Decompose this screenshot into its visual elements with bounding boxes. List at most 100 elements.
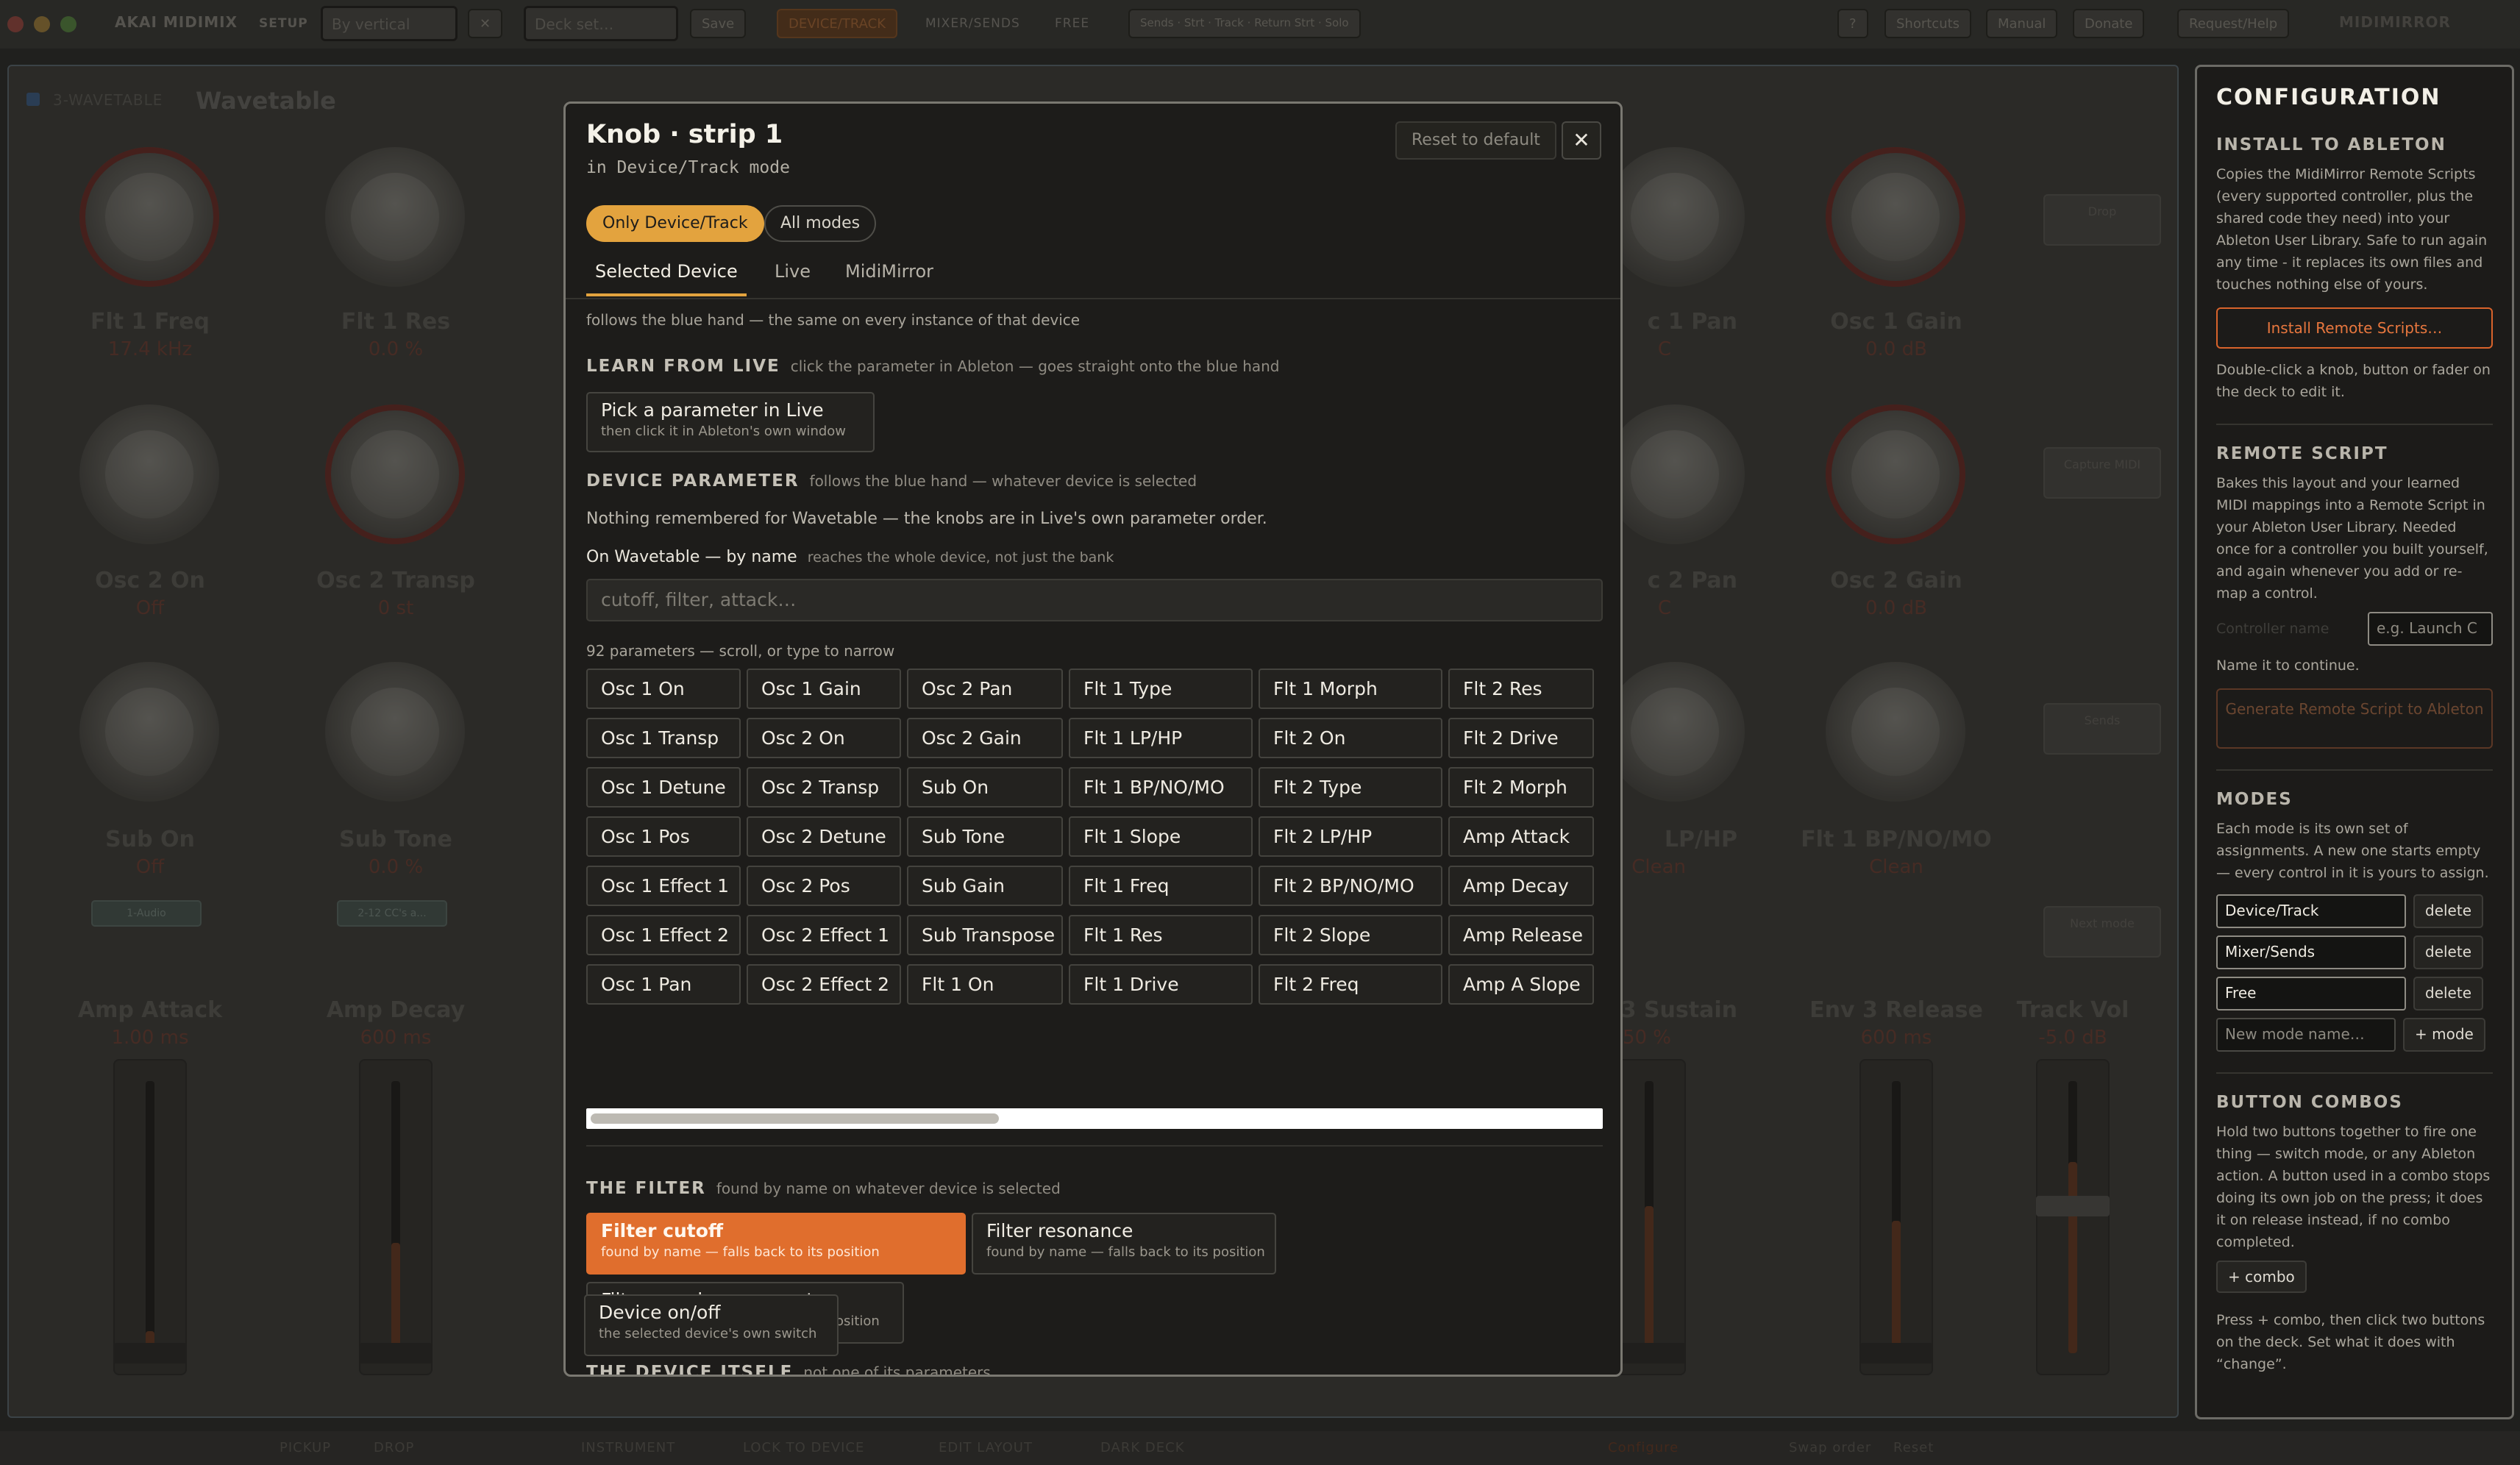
modes-text: Each mode is its own set of assignments.…	[2216, 821, 2489, 881]
mode-name-input[interactable]: Free	[2216, 977, 2406, 1010]
learn-hint: click the parameter in Ableton — goes st…	[790, 357, 1280, 375]
new-mode-input[interactable]: New mode name…	[2216, 1018, 2396, 1052]
card-subtitle: the selected device's own switch	[599, 1326, 817, 1341]
parameter-option[interactable]: Flt 2 Slope	[1259, 915, 1442, 955]
parameter-option[interactable]: Osc 1 On	[586, 669, 741, 709]
parameter-option[interactable]: Amp Attack	[1448, 816, 1594, 857]
delete-mode-button[interactable]: delete	[2413, 935, 2484, 969]
parameter-option[interactable]: Flt 2 Res	[1448, 669, 1594, 709]
parameter-list: Osc 1 On Osc 1 Gain Osc 2 Pan Flt 1 Type Flt…	[586, 669, 1603, 1005]
the-filter-hint: found by name on whatever device is sele…	[716, 1180, 1061, 1197]
by-name-label: On Wavetable — by name reaches the whole …	[586, 548, 1114, 566]
parameter-option[interactable]: Flt 1 Type	[1069, 669, 1253, 709]
card-title: Filter cutoff	[601, 1220, 724, 1241]
card-subtitle: found by name — falls back to its positi…	[986, 1244, 1265, 1260]
parameter-option[interactable]: Sub On	[907, 767, 1063, 808]
parameter-option[interactable]: Osc 2 Gain	[907, 718, 1063, 758]
parameter-option[interactable]: Flt 2 LP/HP	[1259, 816, 1442, 857]
card-subtitle: found by name — falls back to its positi…	[601, 1244, 880, 1260]
mode-name-input[interactable]: Device/Track	[2216, 894, 2406, 928]
divider	[2216, 1072, 2493, 1074]
parameter-option[interactable]: Osc 1 Transp	[586, 718, 741, 758]
parameter-search-input[interactable]: cutoff, filter, attack…	[586, 579, 1603, 621]
parameter-option[interactable]: Sub Tone	[907, 816, 1063, 857]
install-remote-scripts-button[interactable]: Install Remote Scripts…	[2216, 307, 2493, 349]
close-dialog-button[interactable]: ✕	[1562, 121, 1601, 160]
device-itself-hint: not one of its parameters	[803, 1364, 991, 1377]
mode-name-input[interactable]: Mixer/Sends	[2216, 935, 2406, 969]
parameter-option[interactable]: Flt 2 Morph	[1448, 767, 1594, 808]
parameter-option[interactable]: Flt 1 Drive	[1069, 964, 1253, 1005]
parameter-option[interactable]: Osc 2 Transp	[747, 767, 901, 808]
parameter-option[interactable]: Osc 2 Effect 2	[747, 964, 901, 1005]
parameter-option[interactable]: Osc 2 Effect 1	[747, 915, 901, 955]
parameter-option[interactable]: Flt 2 Type	[1259, 767, 1442, 808]
tab-live[interactable]: Live	[775, 261, 811, 296]
scope-only-device-track[interactable]: Only Device/Track	[586, 205, 764, 242]
parameter-option[interactable]: Flt 1 LP/HP	[1069, 718, 1253, 758]
button-combos-text: Hold two buttons together to fire one th…	[2216, 1124, 2491, 1250]
controller-name-label: Controller name	[2216, 621, 2329, 637]
parameter-option[interactable]: Osc 1 Gain	[747, 669, 901, 709]
parameter-option[interactable]: Osc 1 Effect 1	[586, 866, 741, 906]
tab-selected-device[interactable]: Selected Device	[586, 261, 747, 296]
parameter-option[interactable]: Flt 2 Drive	[1448, 718, 1594, 758]
reset-to-default-button[interactable]: Reset to default	[1395, 121, 1556, 160]
parameter-option[interactable]: Amp Release	[1448, 915, 1594, 955]
generate-remote-script-button[interactable]: Generate Remote Script to Ableton	[2216, 688, 2493, 749]
add-mode-button[interactable]: + mode	[2403, 1018, 2485, 1052]
parameter-option[interactable]: Osc 1 Pan	[586, 964, 741, 1005]
parameter-option[interactable]: Osc 1 Effect 2	[586, 915, 741, 955]
parameter-option[interactable]: Osc 2 On	[747, 718, 901, 758]
controller-name-input[interactable]: e.g. Launch C	[2368, 612, 2493, 646]
install-hint: Double-click a knob, button or fader on …	[2216, 362, 2491, 400]
parameter-option[interactable]: Osc 2 Pan	[907, 669, 1063, 709]
scope-all-modes[interactable]: All modes	[764, 205, 877, 242]
filter-resonance-button[interactable]: Filter resonance found by name — falls b…	[972, 1213, 1276, 1275]
parameter-option[interactable]: Amp A Slope	[1448, 964, 1594, 1005]
parameter-option[interactable]: Flt 1 On	[907, 964, 1063, 1005]
parameter-count-note: 92 parameters — scroll, or type to narro…	[586, 642, 895, 660]
card-subtitle: then click it in Ableton's own window	[601, 424, 847, 439]
parameter-option[interactable]: Flt 2 On	[1259, 718, 1442, 758]
parameter-option[interactable]: Osc 1 Detune	[586, 767, 741, 808]
delete-mode-button[interactable]: delete	[2413, 977, 2484, 1010]
parameter-list-scrollbar[interactable]	[586, 1108, 1603, 1129]
tab-divider	[566, 298, 1620, 299]
button-combos-heading: BUTTON COMBOS	[2216, 1093, 2403, 1112]
learn-from-live-heading: LEARN FROM LIVE click the parameter in Ab…	[586, 357, 1280, 376]
device-parameter-hint: follows the blue hand — whatever device …	[809, 472, 1197, 490]
device-on-off-button[interactable]: Device on/off the selected device's own …	[584, 1294, 839, 1356]
remote-script-heading: REMOTE SCRIPT	[2216, 444, 2388, 463]
install-text: Copies the MidiMirror Remote Scripts (ev…	[2216, 166, 2488, 293]
parameter-option[interactable]: Flt 1 Slope	[1069, 816, 1253, 857]
divider	[2216, 769, 2493, 771]
parameter-option[interactable]: Amp Decay	[1448, 866, 1594, 906]
close-icon: ✕	[1573, 128, 1590, 152]
controller-name-note: Name it to continue.	[2216, 657, 2360, 674]
parameter-option[interactable]: Osc 2 Pos	[747, 866, 901, 906]
modes-heading: MODES	[2216, 790, 2293, 809]
parameter-option[interactable]: Flt 1 Res	[1069, 915, 1253, 955]
nothing-remembered-note: Nothing remembered for Wavetable — the k…	[586, 510, 1267, 528]
card-title: Device on/off	[599, 1302, 721, 1323]
parameter-option[interactable]: Sub Gain	[907, 866, 1063, 906]
add-combo-button[interactable]: + combo	[2216, 1261, 2307, 1293]
dialog-title: Knob · strip 1	[586, 120, 783, 149]
parameter-option[interactable]: Sub Transpose	[907, 915, 1063, 955]
delete-mode-button[interactable]: delete	[2413, 894, 2484, 928]
pick-parameter-in-live-button[interactable]: Pick a parameter in Live then click it i…	[586, 392, 875, 452]
scrollbar-thumb[interactable]	[591, 1113, 999, 1124]
divider	[2216, 424, 2493, 425]
parameter-option[interactable]: Flt 2 Freq	[1259, 964, 1442, 1005]
tab-midimirror[interactable]: MidiMirror	[845, 261, 933, 296]
parameter-option[interactable]: Flt 1 BP/NO/MO	[1069, 767, 1253, 808]
filter-cutoff-button[interactable]: Filter cutoff found by name — falls back…	[586, 1213, 966, 1275]
parameter-option[interactable]: Flt 1 Freq	[1069, 866, 1253, 906]
parameter-option[interactable]: Osc 2 Detune	[747, 816, 901, 857]
parameter-option[interactable]: Osc 1 Pos	[586, 816, 741, 857]
parameter-option[interactable]: Flt 1 Morph	[1259, 669, 1442, 709]
knob-editor-dialog: Knob · strip 1 in Device/Track mode Rese…	[563, 101, 1623, 1377]
parameter-option[interactable]: Flt 2 BP/NO/MO	[1259, 866, 1442, 906]
by-name-hint: reaches the whole device, not just the b…	[807, 549, 1114, 566]
